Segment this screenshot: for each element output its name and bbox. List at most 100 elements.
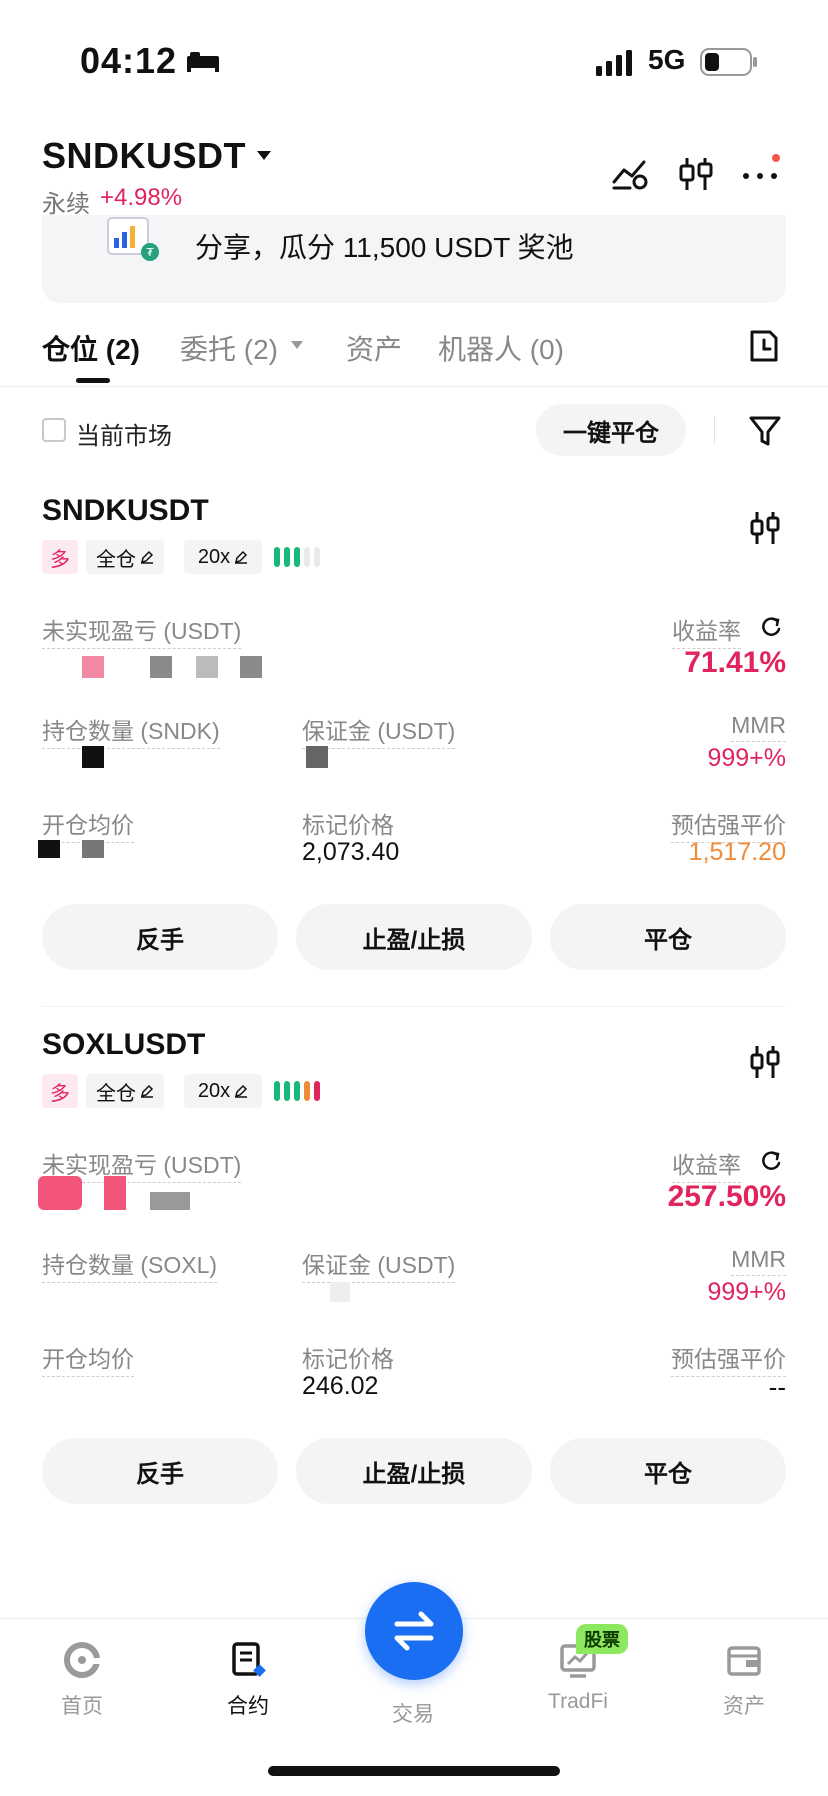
tp-sl-button[interactable]: 止盈/止损 [296, 904, 532, 970]
nav-contract-label: 合约 [227, 1695, 269, 1718]
candlestick-chart-icon[interactable] [676, 154, 716, 194]
risk-bar [294, 547, 300, 567]
redacted-value [82, 656, 104, 678]
roe-label: 收益率 [672, 612, 741, 649]
redacted-value [150, 656, 172, 678]
liq-price-value: 1,517.20 [688, 838, 786, 866]
mmr-value: 999+% [707, 744, 786, 772]
edit-icon [140, 550, 154, 564]
margin-mode-tag[interactable]: 全仓 [86, 1074, 164, 1108]
reverse-button[interactable]: 反手 [42, 1438, 278, 1504]
reverse-button[interactable]: 反手 [42, 904, 278, 970]
price-change: +4.98% [100, 184, 183, 211]
redacted-value [82, 840, 104, 858]
redacted-value [82, 746, 104, 768]
margin-mode-tag[interactable]: 全仓 [86, 540, 164, 574]
mark-price-label: 标记价格 [302, 1346, 394, 1372]
margin-mode-label: 全仓 [96, 548, 136, 571]
price-alert-icon[interactable] [610, 154, 650, 194]
unrealized-pnl-label: 未实现盈亏 (USDT) [42, 612, 242, 649]
filter-divider [714, 416, 715, 444]
history-icon[interactable] [748, 328, 780, 364]
redacted-value [196, 656, 218, 678]
risk-bar [314, 1081, 320, 1101]
mmr-value: 999+% [707, 1278, 786, 1306]
side-tag: 多 [42, 540, 78, 574]
margin-label: 保证金 (USDT) [302, 1246, 456, 1283]
status-time: 04:12 [80, 40, 178, 81]
quantity-label: 持仓数量 (SNDK) [42, 712, 220, 749]
signal-icon [596, 50, 632, 76]
candlestick-chart-icon[interactable] [748, 510, 782, 546]
leverage-tag[interactable]: 20x [184, 540, 262, 574]
more-icon[interactable] [740, 154, 780, 194]
close-position-button[interactable]: 平仓 [550, 904, 786, 970]
nav-tradfi-label: TradFi [548, 1690, 608, 1713]
nav-contract[interactable]: 合约 [188, 1640, 308, 1720]
side-tag: 多 [42, 1074, 78, 1108]
leverage-tag[interactable]: 20x [184, 1074, 262, 1108]
promo-text[interactable]: 分享，瓜分 11,500 USDT 奖池 [195, 226, 574, 266]
nav-assets-label: 资产 [723, 1695, 765, 1718]
share-icon[interactable] [760, 616, 782, 638]
entry-price-label: 开仓均价 [42, 1340, 134, 1377]
redacted-value [104, 1176, 126, 1210]
risk-bar [314, 547, 320, 567]
risk-bar [304, 1081, 310, 1101]
tp-sl-button[interactable]: 止盈/止损 [296, 1438, 532, 1504]
position-symbol[interactable]: SOXLUSDT [42, 1028, 205, 1062]
nav-trade-label[interactable]: 交易 [392, 1698, 434, 1728]
tab-assets[interactable]: 资产 [346, 328, 402, 368]
tab-orders[interactable]: 委托 (2) [180, 328, 278, 368]
nav-assets[interactable]: 资产 [684, 1640, 804, 1720]
swap-icon [394, 1611, 434, 1651]
nav-home-label: 首页 [61, 1695, 103, 1718]
wallet-icon [727, 1646, 761, 1676]
leverage-label: 20x [197, 1079, 231, 1102]
redacted-value [330, 1282, 350, 1302]
filter-icon[interactable] [748, 414, 782, 448]
contract-type: 永续 [42, 191, 90, 218]
chevron-down-icon[interactable] [256, 150, 272, 162]
position-symbol[interactable]: SNDKUSDT [42, 494, 209, 528]
quantity-label: 持仓数量 (SOXL) [42, 1246, 218, 1283]
mark-price-value: 2,073.40 [302, 838, 400, 866]
leverage-label: 20x [197, 545, 231, 568]
tab-orders-dropdown-icon[interactable] [290, 340, 304, 350]
trade-button[interactable] [365, 1582, 463, 1680]
risk-bar [274, 1081, 280, 1101]
tab-bots[interactable]: 机器人 (0) [438, 328, 564, 368]
home-indicator [268, 1766, 560, 1776]
nav-home[interactable]: 首页 [22, 1640, 142, 1720]
risk-bar [284, 1081, 290, 1101]
redacted-value [38, 840, 60, 858]
battery-icon [700, 48, 757, 76]
contract-icon [232, 1642, 266, 1677]
share-icon[interactable] [760, 1150, 782, 1172]
network-type: 5G [648, 44, 686, 75]
risk-bar [304, 547, 310, 567]
liq-price-value: -- [768, 1372, 786, 1402]
roe-value: 257.50% [667, 1180, 786, 1213]
current-market-checkbox[interactable] [42, 418, 66, 442]
risk-level-bars [274, 1080, 320, 1102]
tab-positions[interactable]: 仓位 (2) [42, 328, 140, 368]
mmr-label: MMR [731, 712, 786, 742]
close-position-button[interactable]: 平仓 [550, 1438, 786, 1504]
tabs-divider [0, 386, 828, 387]
roe-label: 收益率 [672, 1146, 741, 1183]
close-all-button[interactable]: 一键平仓 [536, 404, 686, 456]
risk-bar [284, 547, 290, 567]
edit-icon [140, 1084, 154, 1098]
risk-bar [274, 547, 280, 567]
current-market-label[interactable]: 当前市场 [76, 416, 172, 451]
sleep-focus-icon [187, 52, 219, 72]
stock-badge: 股票 [576, 1624, 628, 1654]
margin-mode-label: 全仓 [96, 1082, 136, 1105]
candlestick-chart-icon[interactable] [748, 1044, 782, 1080]
symbol-title[interactable]: SNDKUSDT [42, 135, 246, 177]
edit-icon [235, 550, 248, 564]
home-icon [64, 1642, 100, 1678]
mark-price-label: 标记价格 [302, 812, 394, 838]
redacted-value [150, 1192, 190, 1210]
